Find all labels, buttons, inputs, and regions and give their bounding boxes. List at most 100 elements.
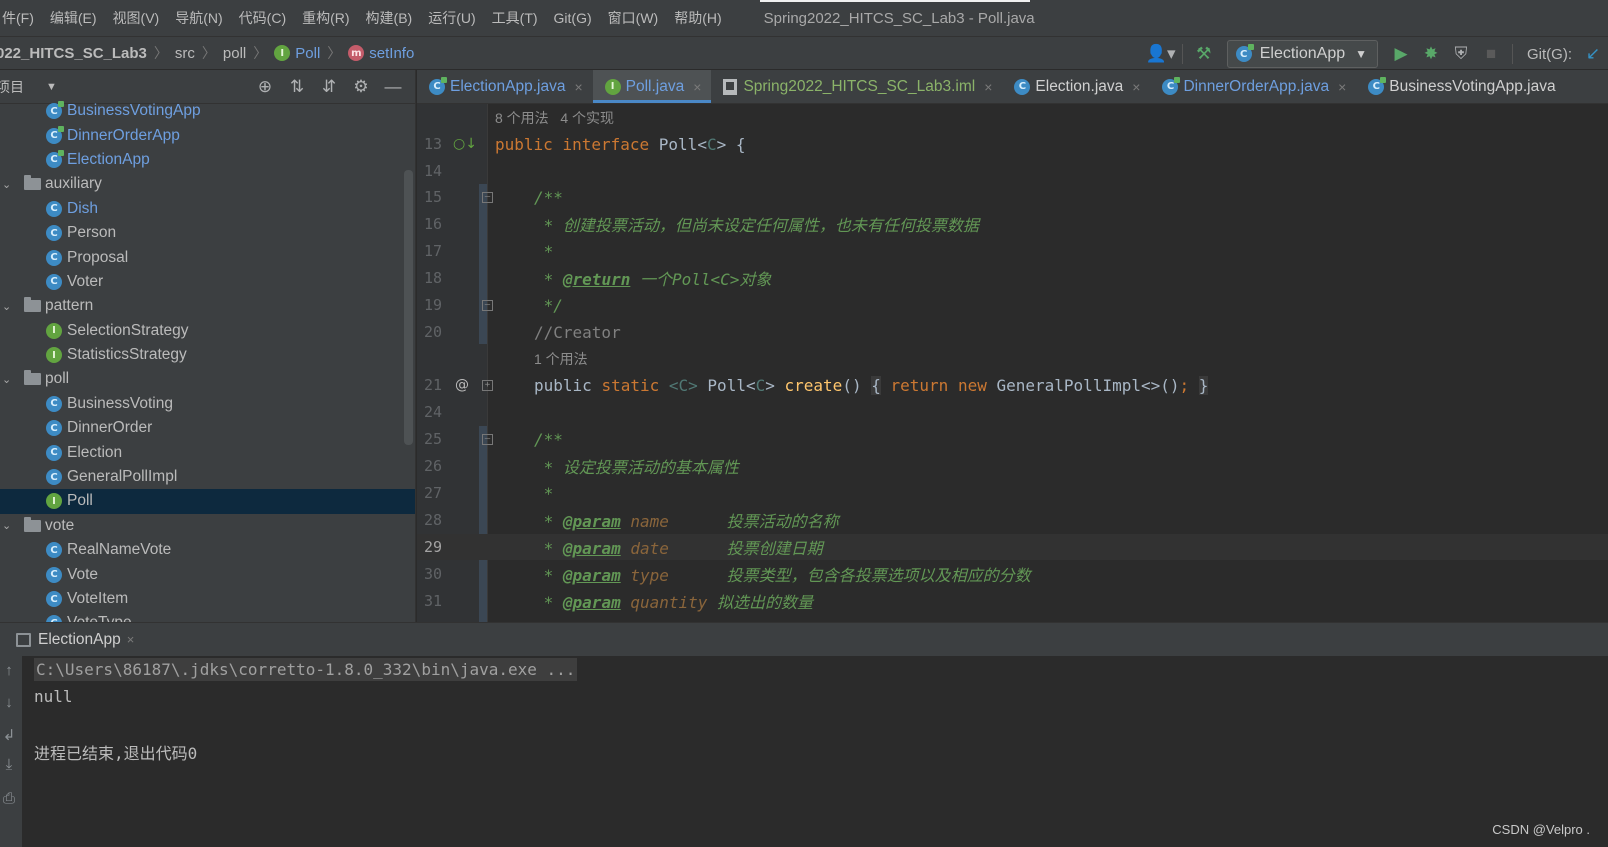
- console-command-line[interactable]: C:\Users\86187\.jdks\corretto-1.8.0_332\…: [34, 658, 578, 681]
- run-icon[interactable]: ▶: [1386, 40, 1416, 68]
- menu-view[interactable]: 视图(V): [105, 8, 168, 28]
- folder-icon: [24, 175, 41, 191]
- close-icon[interactable]: ×: [127, 632, 135, 647]
- chevron-down-icon[interactable]: ⌄: [2, 300, 11, 313]
- chevron-down-icon[interactable]: ⌄: [2, 373, 11, 386]
- tree-item[interactable]: ⌄ pattern: [0, 294, 415, 318]
- tree-item[interactable]: I Poll: [0, 489, 415, 514]
- close-icon[interactable]: ×: [984, 79, 992, 95]
- close-icon[interactable]: ×: [1132, 79, 1140, 95]
- chevron-down-icon[interactable]: ⌄: [2, 178, 11, 191]
- class-icon: C: [46, 420, 62, 437]
- breadcrumb-src[interactable]: src: [175, 45, 195, 62]
- menu-run[interactable]: 运行(U): [420, 8, 483, 28]
- tree-item[interactable]: C GeneralPollImpl: [0, 465, 415, 489]
- build-hammer-icon[interactable]: ⚒: [1189, 40, 1219, 68]
- print-icon[interactable]: ⎙: [0, 790, 18, 807]
- fold-icon[interactable]: –: [482, 433, 493, 445]
- editor-tab[interactable]: C Election.java ×: [1002, 70, 1150, 103]
- tree-item[interactable]: C Proposal: [0, 245, 415, 269]
- tree-item[interactable]: C Dish: [0, 197, 415, 221]
- git-update-arrow-icon[interactable]: ↙: [1578, 40, 1608, 68]
- stop-icon[interactable]: ■: [1476, 40, 1506, 68]
- code-editor[interactable]: 8 个用法 4 个实现 13 ○↓ public interface Poll<…: [417, 104, 1608, 622]
- menu-git[interactable]: Git(G): [546, 10, 600, 26]
- menu-edit[interactable]: 编辑(E): [42, 8, 105, 28]
- tree-item[interactable]: C DinnerOrder: [0, 416, 415, 440]
- class-icon: C: [46, 591, 62, 607]
- menu-tools[interactable]: 工具(T): [484, 8, 546, 28]
- implemented-interface-icon[interactable]: ○↓: [453, 136, 477, 152]
- usage-hint[interactable]: 1 个用法: [534, 349, 588, 369]
- close-icon[interactable]: ×: [1338, 79, 1346, 95]
- editor-tab[interactable]: Spring2022_HITCS_SC_Lab3.iml ×: [711, 70, 1002, 103]
- tree-item[interactable]: C VoteItem: [0, 587, 415, 611]
- editor-tab[interactable]: I Poll.java ×: [592, 70, 712, 103]
- fold-icon[interactable]: –: [482, 191, 493, 203]
- tree-item[interactable]: C DinnerOrderApp: [0, 123, 415, 147]
- run-tab[interactable]: ElectionApp ×: [16, 631, 134, 649]
- run-console[interactable]: ↑ ↓ ↲ ⤓ ⎙ C:\Users\86187\.jdks\corretto-…: [0, 656, 1608, 847]
- breadcrumb-class[interactable]: I Poll: [274, 45, 320, 62]
- editor-tab[interactable]: C BusinessVotingApp.java: [1356, 70, 1565, 103]
- run-configuration-label: ElectionApp: [1259, 45, 1346, 62]
- menu-file[interactable]: 件(F): [0, 8, 42, 28]
- run-configuration-dropdown[interactable]: C ElectionApp ▼: [1226, 40, 1378, 68]
- coverage-shield-icon[interactable]: ⛨: [1446, 40, 1476, 68]
- class-icon: C: [46, 542, 62, 559]
- class-app-icon: C: [1235, 44, 1254, 62]
- tree-item[interactable]: C Voter: [0, 270, 415, 294]
- breadcrumb-package[interactable]: poll: [223, 45, 246, 62]
- close-icon[interactable]: ×: [574, 79, 582, 95]
- usage-hint[interactable]: 8 个用法 4 个实现: [495, 108, 614, 128]
- gear-icon[interactable]: ⚙: [345, 74, 377, 100]
- menu-code[interactable]: 代码(C): [231, 8, 294, 28]
- chevron-down-icon[interactable]: ⌄: [2, 519, 11, 532]
- tree-item[interactable]: I SelectionStrategy: [0, 319, 415, 343]
- soft-wrap-icon[interactable]: ↲: [0, 726, 18, 744]
- folded-brace[interactable]: }: [1198, 375, 1209, 395]
- tree-item[interactable]: ⌄ poll: [0, 367, 415, 391]
- line-number: 19: [423, 296, 442, 314]
- debug-bug-icon[interactable]: ✸: [1416, 40, 1446, 68]
- tree-item[interactable]: C BusinessVotingApp: [0, 99, 415, 123]
- menu-window[interactable]: 窗口(W): [600, 8, 667, 28]
- tree-item[interactable]: C RealNameVote: [0, 538, 415, 562]
- scroll-to-end-icon[interactable]: ⤓: [0, 756, 18, 773]
- tree-item[interactable]: C BusinessVoting: [0, 392, 415, 416]
- breadcrumb-project[interactable]: 022_HITCS_SC_Lab3: [0, 45, 147, 62]
- code-line-28: 28 * @param name 投票活动的名称: [417, 507, 1608, 533]
- expand-all-icon[interactable]: ⇅: [281, 74, 313, 100]
- close-icon[interactable]: ×: [693, 79, 701, 95]
- collapse-all-icon[interactable]: ⇵: [313, 74, 345, 100]
- editor-tab[interactable]: C ElectionApp.java ×: [417, 70, 593, 103]
- fold-icon[interactable]: –: [482, 299, 493, 311]
- tree-item[interactable]: C Person: [0, 221, 415, 245]
- tree-item[interactable]: C VoteType: [0, 611, 415, 622]
- tree-scrollbar[interactable]: [404, 170, 413, 445]
- user-icon[interactable]: 👤▾: [1146, 40, 1176, 68]
- editor-tab[interactable]: C DinnerOrderApp.java ×: [1150, 70, 1356, 103]
- tree-item[interactable]: C ElectionApp: [0, 148, 415, 172]
- menu-help[interactable]: 帮助(H): [666, 8, 729, 28]
- tree-item[interactable]: ⌄ vote: [0, 514, 415, 538]
- locate-target-icon[interactable]: ⊕: [249, 74, 281, 100]
- breadcrumb-method[interactable]: m setInfo: [348, 45, 414, 62]
- menu-navigate[interactable]: 导航(N): [167, 8, 230, 28]
- tree-item[interactable]: C Election: [0, 440, 415, 464]
- fold-expand-icon[interactable]: +: [482, 379, 493, 391]
- tree-item[interactable]: C Vote: [0, 562, 415, 586]
- tree-item[interactable]: I StatisticsStrategy: [0, 343, 415, 367]
- folded-brace[interactable]: {: [871, 375, 881, 395]
- method-name: create: [784, 375, 843, 395]
- git-label: Git(G):: [1527, 45, 1572, 63]
- tree-item[interactable]: ⌄ auxiliary: [0, 172, 415, 196]
- project-title[interactable]: 项目: [0, 77, 24, 97]
- menu-refactor[interactable]: 重构(R): [294, 8, 357, 28]
- arrow-up-icon[interactable]: ↑: [0, 662, 18, 679]
- arrow-down-icon[interactable]: ↓: [0, 694, 18, 711]
- menu-build[interactable]: 构建(B): [358, 8, 421, 28]
- minimize-icon[interactable]: —: [377, 74, 409, 100]
- chevron-down-icon[interactable]: ▼: [46, 81, 57, 93]
- at-annotation-icon[interactable]: @: [455, 377, 469, 393]
